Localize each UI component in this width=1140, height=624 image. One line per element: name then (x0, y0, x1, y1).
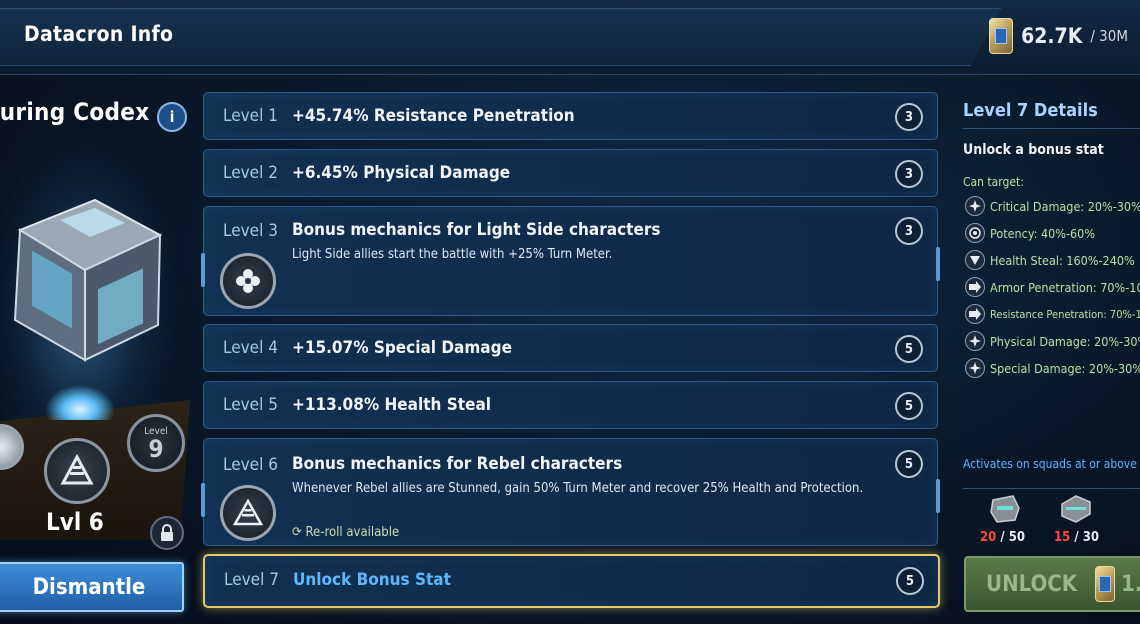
current-level: Lvl 6 (46, 508, 104, 536)
reroll-available[interactable]: ⟳ Re-roll available (292, 525, 399, 540)
reroll-label: Re-roll available (305, 525, 400, 540)
level-label: Level 7 (224, 570, 279, 590)
stat-resistance-penetration: Resistance Penetration: 70%-1 (965, 303, 1140, 325)
level-label: Level 2 (223, 163, 278, 183)
unlock-button[interactable]: UNLOCK 1.2 (964, 556, 1140, 612)
max-level-badge: Level 9 (127, 414, 185, 472)
level-row-7[interactable]: Level 7 Unlock Bonus Stat 5 (203, 554, 940, 608)
lock-icon[interactable] (150, 516, 184, 550)
stat-text: Health Steal: 160%-240% (990, 252, 1135, 268)
rebel-icon (220, 485, 276, 541)
stat-text: Resistance Penetration: 70%-1 (990, 307, 1140, 321)
details-headline: Unlock a bonus stat (963, 142, 1104, 158)
level-label: Level 6 (223, 455, 278, 475)
level-description: Unlock Bonus Stat (293, 570, 451, 590)
level-row-6[interactable]: Level 6 Bonus mechanics for Rebel charac… (201, 438, 940, 546)
level-description: Bonus mechanics for Rebel characters (292, 454, 623, 474)
stat-text: Critical Damage: 20%-30% (990, 198, 1140, 214)
rank-badge-icon: 5 (895, 450, 923, 478)
rank-badge-icon: 5 (895, 392, 923, 420)
level-label: Level 4 (223, 338, 278, 358)
unlock-cost: 1.2 (1120, 571, 1140, 597)
stat-health-steal: Health Steal: 160%-240% (965, 249, 1135, 271)
rank-badge-icon: 3 (895, 217, 923, 245)
stat-text: Potency: 40%-60% (990, 225, 1096, 241)
row-edge-marker (936, 247, 940, 281)
currency-max: / 30M (1090, 27, 1128, 45)
level-description: +113.08% Health Steal (292, 395, 491, 415)
row-edge-marker (936, 479, 940, 513)
level-label: Level 5 (223, 395, 278, 415)
stat-special-damage: Special Damage: 20%-30% (965, 357, 1140, 379)
level-description: Bonus mechanics for Light Side character… (292, 220, 661, 240)
pedestal-light (45, 385, 115, 420)
level-row-2[interactable]: Level 2 +6.45% Physical Damage 3 (203, 149, 938, 197)
stat-armor-penetration: Armor Penetration: 70%-10 (965, 276, 1140, 298)
level-description: +15.07% Special Damage (292, 338, 512, 358)
stat-text: Physical Damage: 20%-30% (990, 333, 1140, 349)
can-target-label: Can target: (963, 175, 1024, 189)
stat-text: Armor Penetration: 70%-10 (990, 279, 1140, 295)
level-row-4[interactable]: Level 4 +15.07% Special Damage 5 (203, 324, 938, 372)
max-level-value: 9 (148, 434, 164, 463)
currency-display: 62.7K / 30M (989, 18, 1128, 54)
stat-potency: Potency: 40%-60% (965, 222, 1095, 244)
resistance-penetration-icon (965, 304, 985, 324)
material-2-icon (1061, 495, 1091, 523)
dismantle-button[interactable]: Dismantle (0, 562, 184, 612)
physical-damage-icon (965, 331, 985, 351)
rank-badge-icon: 5 (895, 335, 923, 363)
row-edge-marker (201, 253, 205, 287)
datacron-chip-icon (1095, 566, 1115, 602)
level-label: Level 3 (223, 221, 278, 241)
potency-icon (965, 223, 985, 243)
currency-value: 62.7K (1021, 24, 1083, 48)
level-description: +6.45% Physical Damage (292, 163, 511, 183)
page-title: Datacron Info (24, 22, 174, 46)
level-row-1[interactable]: Level 1 +45.74% Resistance Penetration 3 (203, 92, 938, 140)
level-description: +45.74% Resistance Penetration (292, 106, 575, 126)
stat-physical-damage: Physical Damage: 20%-30% (965, 330, 1140, 352)
level-label: Level 1 (223, 106, 278, 126)
datacron-cube-image (13, 198, 163, 362)
reroll-icon: ⟳ (292, 525, 306, 540)
info-icon[interactable]: i (157, 102, 187, 132)
datacron-chip-icon (989, 18, 1014, 54)
material-1-icon (990, 495, 1020, 523)
stat-critical-damage: Critical Damage: 20%-30% (965, 195, 1140, 217)
rank-badge-icon: 3 (895, 160, 923, 188)
light-side-icon (220, 253, 276, 309)
activates-note: Activates on squads at or above (963, 457, 1137, 471)
armor-penetration-icon (965, 277, 985, 297)
critical-damage-icon (965, 196, 985, 216)
rebel-faction-icon (44, 438, 110, 504)
rank-badge-icon: 3 (895, 103, 923, 131)
details-title: Level 7 Details (963, 100, 1098, 121)
material-1-count: 20 / 50 (980, 530, 1025, 545)
unlock-label: UNLOCK (986, 571, 1078, 597)
mechanic-detail: Whenever Rebel allies are Stunned, gain … (292, 481, 864, 496)
material-1-need: / 50 (996, 530, 1025, 545)
divider (963, 488, 1140, 489)
material-1-have: 20 (980, 530, 997, 545)
material-2-have: 15 (1054, 530, 1071, 545)
mechanic-detail: Light Side allies start the battle with … (292, 247, 613, 262)
rank-badge-icon: 5 (896, 567, 924, 595)
datacron-name: luring Codex (0, 98, 150, 126)
material-2-count: 15 / 30 (1054, 530, 1099, 545)
special-damage-icon (965, 358, 985, 378)
health-steal-icon (965, 250, 985, 270)
divider (963, 128, 1140, 129)
level-row-5[interactable]: Level 5 +113.08% Health Steal 5 (203, 381, 938, 429)
level-row-3[interactable]: Level 3 Bonus mechanics for Light Side c… (201, 206, 940, 316)
stat-text: Special Damage: 20%-30% (990, 360, 1140, 376)
row-edge-marker (201, 483, 205, 517)
material-2-need: / 30 (1070, 530, 1099, 545)
